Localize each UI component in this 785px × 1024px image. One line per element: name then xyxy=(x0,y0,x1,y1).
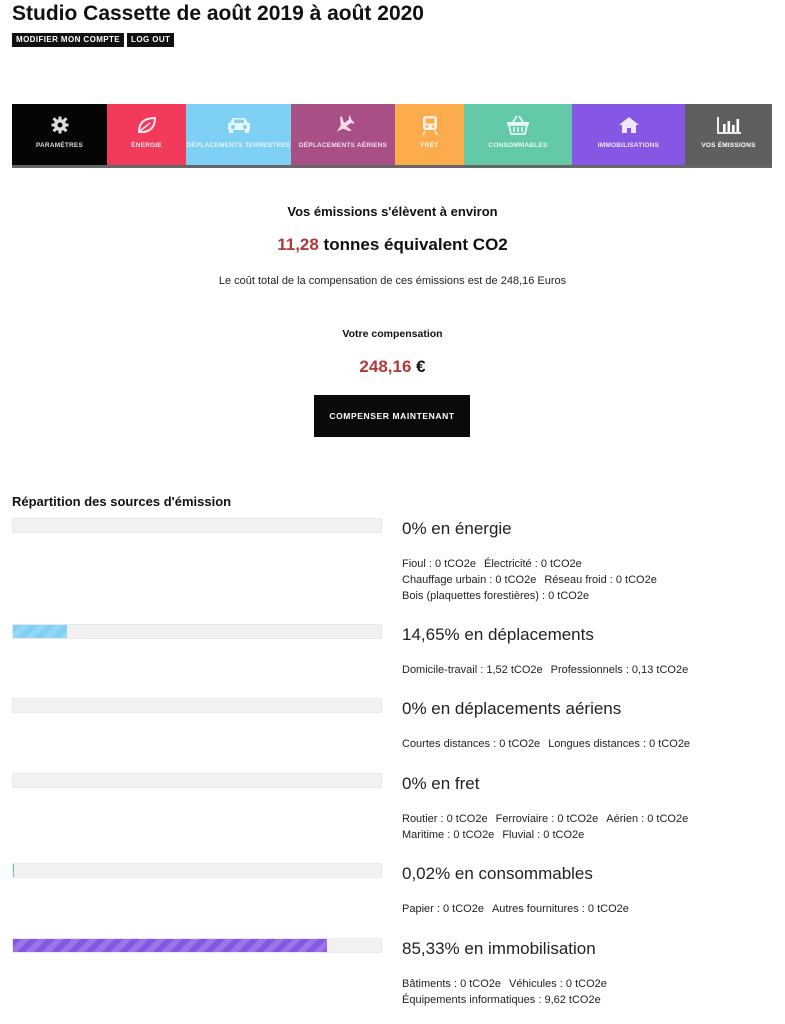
detail-item: Réseau froid : 0 tCO2e xyxy=(544,574,657,586)
nav-item-label: IMMOBILISATIONS xyxy=(597,142,660,149)
nav-item-train[interactable]: FRÊT xyxy=(395,104,464,165)
detail-line: Bâtiments : 0 tCO2e Véhicules : 0 tCO2e xyxy=(402,976,615,992)
emission-bar xyxy=(12,863,382,878)
emission-bar-fill xyxy=(13,939,327,952)
category-heading: 85,33% en immobilisation xyxy=(402,939,596,958)
car-icon xyxy=(225,114,253,136)
detail-item: Équipements informatiques : 9,62 tCO2e xyxy=(402,994,601,1006)
emissions-total: 11,28 tonnes équivalent CO2 xyxy=(0,235,785,255)
page-title: Studio Cassette de août 2019 à août 2020 xyxy=(12,2,424,25)
gear-icon xyxy=(50,114,70,136)
detail-line: Papier : 0 tCO2e Autres fournitures : 0 t… xyxy=(402,901,637,917)
detail-item: Bâtiments : 0 tCO2e xyxy=(402,978,502,990)
modify-account-button[interactable]: MODIFIER MON COMPTE xyxy=(12,33,125,47)
nav-item-label: DÉPLACEMENTS AÉRIENS xyxy=(298,142,388,149)
emission-bar xyxy=(12,698,382,713)
nav-item-label: ÉNERGIE xyxy=(131,142,162,149)
emissions-intro: Vos émissions s'élèvent à environ xyxy=(287,204,498,219)
nav-item-leaf[interactable]: ÉNERGIE xyxy=(107,104,186,165)
compensation-value: 248,16 xyxy=(359,357,412,376)
detail-item: Autres fournitures : 0 tCO2e xyxy=(491,903,629,915)
nav-item-label: FRÊT xyxy=(420,142,439,149)
detail-item: Fioul : 0 tCO2e xyxy=(402,558,476,570)
detail-item: Véhicules : 0 tCO2e xyxy=(509,978,607,990)
account-links: MODIFIER MON COMPTE LOG OUT xyxy=(12,33,175,47)
emission-bar xyxy=(12,624,382,639)
detail-item: Fluvial : 0 tCO2e xyxy=(502,829,585,841)
nav-item-bar-chart[interactable]: VOS ÉMISSIONS xyxy=(685,104,772,165)
breakdown-title: Répartition des sources d'émission xyxy=(12,494,232,509)
detail-item: Électricité : 0 tCO2e xyxy=(483,558,582,570)
compensation-amount: 248,16 € xyxy=(0,357,785,377)
category-navbar: PARAMÈTRES ÉNERGIE DÉPLACEMENTS TERRESTRES… xyxy=(12,104,772,168)
compensation-currency: € xyxy=(411,357,426,376)
nav-item-house[interactable]: IMMOBILISATIONS xyxy=(572,104,685,165)
basket-icon xyxy=(505,114,531,136)
detail-line: Équipements informatiques : 9,62 tCO2e xyxy=(402,992,615,1008)
detail-item: Professionnels : 0,13 tCO2e xyxy=(550,664,689,676)
compensation-cost-text: Le coût total de la compensation de ces … xyxy=(218,275,567,287)
detail-item: Aérien : 0 tCO2e xyxy=(606,813,689,825)
detail-item: Courtes distances : 0 tCO2e xyxy=(402,738,541,750)
detail-line: Chauffage urbain : 0 tCO2e Réseau froid :… xyxy=(402,572,665,588)
detail-item: Chauffage urbain : 0 tCO2e xyxy=(402,574,537,586)
bar-chart-icon xyxy=(716,114,742,136)
detail-line: Routier : 0 tCO2e Ferroviaire : 0 tCO2e Aé… xyxy=(402,811,696,827)
emission-bar xyxy=(12,773,382,788)
emission-bar-fill xyxy=(13,625,67,638)
train-icon xyxy=(420,114,440,136)
detail-line: Courtes distances : 0 tCO2e Longues dista… xyxy=(402,736,698,752)
detail-line: Fioul : 0 tCO2e Électricité : 0 tCO2e xyxy=(402,556,665,572)
category-details: Bâtiments : 0 tCO2e Véhicules : 0 tCO2e Éq… xyxy=(402,976,615,1008)
emissions-total-value: 11,28 xyxy=(277,235,319,254)
category-heading: 14,65% en déplacements xyxy=(402,625,594,644)
category-details: Fioul : 0 tCO2e Électricité : 0 tCO2e Chau… xyxy=(402,556,665,604)
category-details: Routier : 0 tCO2e Ferroviaire : 0 tCO2e Aé… xyxy=(402,811,696,843)
emission-bar-fill xyxy=(13,864,15,877)
category-details: Courtes distances : 0 tCO2e Longues dista… xyxy=(402,736,698,752)
category-heading: 0% en déplacements aériens xyxy=(402,699,622,718)
nav-item-label: VOS ÉMISSIONS xyxy=(701,142,756,149)
category-details: Domicile-travail : 1,52 tCO2e Professionn… xyxy=(402,662,696,678)
category-details: Papier : 0 tCO2e Autres fournitures : 0 t… xyxy=(402,901,637,917)
compensate-now-button[interactable]: COMPENSER MAINTENANT xyxy=(314,395,470,437)
nav-item-label: PARAMÈTRES xyxy=(35,142,84,149)
detail-item: Ferroviaire : 0 tCO2e xyxy=(495,813,599,825)
nav-item-label: DÉPLACEMENTS TERRESTRES xyxy=(186,142,291,149)
category-heading: 0,02% en consommables xyxy=(402,864,593,883)
house-icon xyxy=(618,114,640,136)
emission-bar xyxy=(12,938,382,953)
detail-item: Domicile-travail : 1,52 tCO2e xyxy=(402,664,543,676)
compensation-label: Votre compensation xyxy=(342,328,443,340)
nav-item-plane[interactable]: DÉPLACEMENTS AÉRIENS xyxy=(291,104,395,165)
category-heading: 0% en fret xyxy=(402,774,480,793)
emission-bar xyxy=(12,518,382,533)
emissions-total-unit: tonnes équivalent CO2 xyxy=(318,235,508,254)
detail-item: Maritime : 0 tCO2e xyxy=(402,829,495,841)
detail-line: Domicile-travail : 1,52 tCO2e Professionn… xyxy=(402,662,696,678)
logout-button[interactable]: LOG OUT xyxy=(127,33,175,47)
nav-item-basket[interactable]: CONSOMMABLES xyxy=(464,104,572,165)
plane-icon xyxy=(332,114,354,136)
leaf-icon xyxy=(136,114,158,136)
category-heading: 0% en énergie xyxy=(402,519,512,538)
detail-item: Papier : 0 tCO2e xyxy=(402,903,484,915)
nav-item-label: CONSOMMABLES xyxy=(488,142,548,149)
detail-line: Maritime : 0 tCO2e Fluvial : 0 tCO2e xyxy=(402,827,696,843)
detail-item: Routier : 0 tCO2e xyxy=(402,813,488,825)
nav-item-car[interactable]: DÉPLACEMENTS TERRESTRES xyxy=(186,104,291,165)
nav-item-gear[interactable]: PARAMÈTRES xyxy=(12,104,107,165)
detail-item: Bois (plaquettes forestières) : 0 tCO2e xyxy=(402,590,590,602)
detail-line: Bois (plaquettes forestières) : 0 tCO2e xyxy=(402,588,665,604)
detail-item: Longues distances : 0 tCO2e xyxy=(548,738,691,750)
